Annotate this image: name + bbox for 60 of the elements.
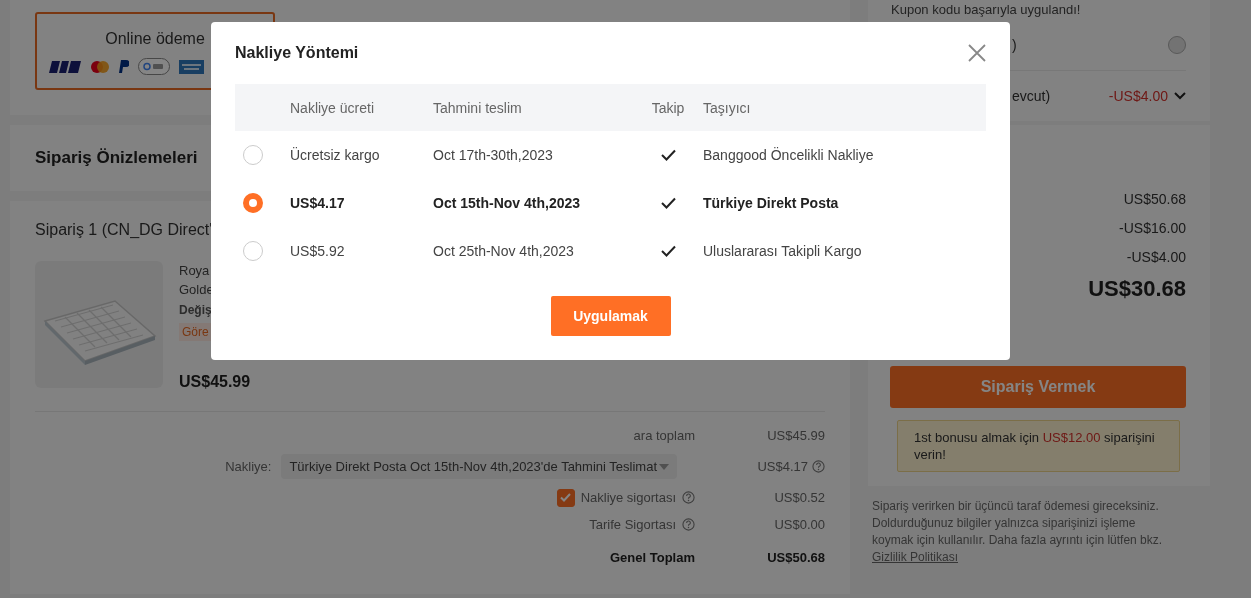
paypal-logo-icon (119, 60, 129, 73)
summary-label: Tarife Sigortası (589, 517, 676, 532)
summary-value: US$0.52 (774, 490, 825, 505)
option-radio[interactable] (1168, 36, 1186, 54)
gpay-logo-icon (138, 58, 170, 75)
delivery-cell: Oct 17th-30th,2023 (433, 147, 553, 163)
summary-value: US$45.99 (767, 428, 825, 443)
coupon-note: Kupon kodu başarıyla uygulandı! (891, 1, 1082, 19)
delivery-cell: Oct 25th-Nov 4th,2023 (433, 243, 574, 259)
column-header: Tahmini teslim (433, 99, 522, 116)
apply-button[interactable]: Uygulamak (550, 296, 671, 336)
place-order-button[interactable]: Sipariş Vermek (890, 366, 1186, 408)
amount-value: -US$16.00 (1119, 219, 1186, 238)
check-icon (560, 493, 572, 502)
amex-logo-icon (179, 59, 204, 74)
shipping-select[interactable]: Türkiye Direkt Posta Oct 15th-Nov 4th,2023'de Tahmini Teslimat (281, 454, 677, 479)
shipping-radio[interactable] (243, 145, 263, 165)
option-label: evcut) (1012, 88, 1051, 104)
fee-cell: US$4.17 (290, 195, 345, 211)
summary-label: Nakliye sigortası (580, 490, 676, 505)
help-icon[interactable] (812, 460, 825, 473)
help-icon[interactable] (682, 491, 695, 504)
product-option: Değiş (179, 303, 251, 317)
help-icon[interactable] (682, 518, 695, 531)
payment-title: Online ödeme (105, 30, 205, 48)
section-title: Sipariş Önizlemeleri (35, 147, 198, 169)
privacy-link[interactable]: Gizlilik Politikası (872, 550, 958, 564)
column-header: Nakliye ücreti (290, 99, 375, 116)
mastercard-logo-icon (90, 59, 110, 74)
carrier-cell: Uluslararası Takipli Kargo (703, 243, 862, 259)
summary-label: Genel Toplam (610, 549, 695, 565)
caret-icon (659, 463, 669, 470)
carrier-cell: Türkiye Direkt Posta (703, 195, 839, 211)
total-value: US$30.68 (1088, 276, 1186, 302)
carrier-cell: Banggood Öncelikli Nakliye (703, 147, 874, 163)
summary-value: US$0.00 (774, 517, 825, 532)
summary-value: US$4.17 (757, 459, 808, 474)
visa-logo-icon (49, 60, 81, 73)
discount-value: -US$4.00 (1108, 88, 1168, 104)
insurance-checkbox[interactable] (556, 488, 575, 507)
close-icon[interactable] (968, 44, 986, 62)
disclaimer-text: Sipariş verirken bir üçüncü taraf ödemesi gireceksiniz. Doldurduğunuz bilgiler yalnızca siparişinizi işleme koymak için kullanılır. Daha fazla ayrıntı için lütfen bkz. Gizlilik Politikası (871, 498, 1164, 566)
column-header: Taşıyıcı (703, 99, 751, 116)
product-price: US$45.99 (179, 373, 251, 391)
shipping-radio[interactable] (243, 241, 263, 261)
chevron-down-icon[interactable] (1174, 92, 1186, 100)
product-tag: Göre (179, 323, 212, 341)
option-label: ) (1012, 37, 1017, 53)
column-header: Takip (651, 99, 685, 116)
summary-label: ara toplam (633, 428, 695, 443)
shipping-radio[interactable] (243, 193, 263, 213)
amount-value: -US$4.00 (1126, 248, 1186, 267)
fee-cell: US$5.92 (290, 243, 345, 259)
fee-cell: Ücretsiz kargo (290, 147, 380, 163)
order-title: Sipariş 1 (CN_DG Direct' (35, 221, 214, 239)
amount-value: US$50.68 (1123, 190, 1186, 209)
delivery-cell: Oct 15th-Nov 4th,2023 (433, 195, 581, 211)
summary-value: US$50.68 (767, 549, 825, 565)
summary-label: Nakliye: (225, 459, 272, 474)
bonus-note: 1st bonusu almak için US$12.00 siparişini verin! (897, 420, 1180, 472)
